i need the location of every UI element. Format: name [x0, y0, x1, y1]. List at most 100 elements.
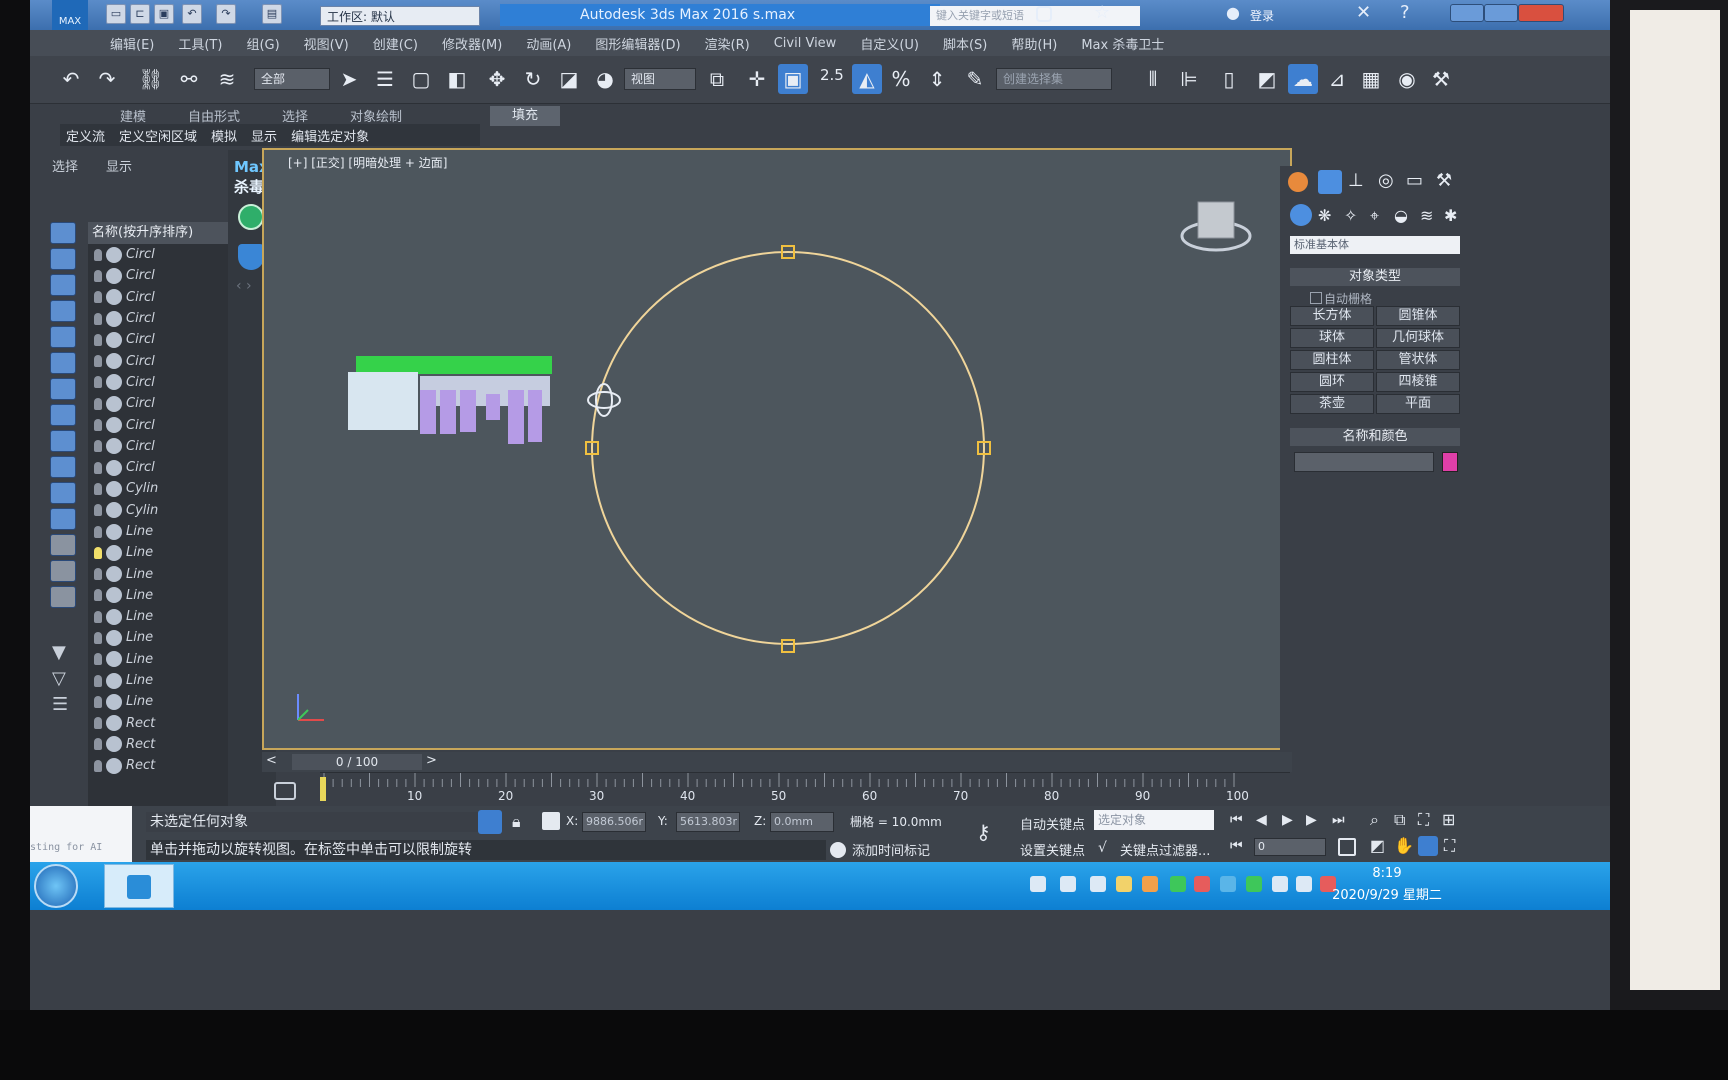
light-bulb-icon[interactable] — [94, 269, 102, 282]
auto-key-button[interactable]: 自动关键点 — [1020, 814, 1085, 833]
plane-button[interactable]: 平面 — [1376, 394, 1460, 414]
angle-snap-icon[interactable]: ◭ — [852, 64, 882, 94]
ribbon-tab-populate[interactable]: 填充 — [490, 106, 560, 126]
list-item[interactable]: Circl — [88, 329, 228, 350]
project-folder-icon[interactable]: ▤ — [262, 4, 282, 24]
light-bulb-icon[interactable] — [94, 461, 102, 474]
layer-explorer-icon[interactable]: ◩ — [1252, 64, 1282, 94]
schematic-view-icon[interactable]: ▦ — [1356, 64, 1386, 94]
material-editor-icon[interactable]: ◉ — [1392, 64, 1422, 94]
unlink-icon[interactable]: ⚯ — [174, 64, 204, 94]
display-lights-icon[interactable] — [50, 274, 76, 296]
timeline-ruler[interactable]: 10 20 30 40 50 60 70 80 90 100 — [320, 772, 1290, 804]
key-icon[interactable]: ⚷ — [976, 820, 991, 844]
fov-icon[interactable]: ◩ — [1370, 836, 1385, 855]
tray-volume-icon[interactable] — [1296, 876, 1312, 892]
curve-editor-icon[interactable]: ⊿ — [1322, 64, 1352, 94]
menu-item-scripting[interactable]: 脚本(S) — [943, 34, 987, 53]
ribbon-simulate[interactable]: 模拟 — [211, 126, 237, 145]
menu-item-modifiers[interactable]: 修改器(M) — [442, 34, 502, 53]
tray-folder-icon[interactable] — [1116, 876, 1132, 892]
help-icon[interactable]: ? — [1400, 2, 1410, 23]
lights-category-icon[interactable]: ✧ — [1344, 206, 1357, 225]
align-icon[interactable]: ⊫ — [1174, 64, 1204, 94]
display-helpers-icon[interactable] — [50, 326, 76, 348]
goto-start-icon[interactable]: ⏮ — [1230, 812, 1243, 828]
user-icon[interactable]: ● — [1226, 3, 1240, 22]
list-item[interactable]: Rect — [88, 734, 228, 755]
key-filters-button[interactable]: 关键点过滤器... — [1120, 840, 1210, 859]
light-bulb-icon[interactable] — [94, 291, 102, 304]
next-key-icon[interactable]: ▶ — [1306, 812, 1317, 828]
light-bulb-icon[interactable] — [94, 419, 102, 432]
link-icon[interactable]: ⛓ — [136, 64, 166, 94]
light-bulb-icon[interactable] — [94, 440, 102, 453]
ribbon-tab-object-paint[interactable]: 对象绘制 — [350, 106, 402, 125]
menu-item-help[interactable]: 帮助(H) — [1011, 34, 1057, 53]
list-item[interactable]: Circl — [88, 287, 228, 308]
percent-snap-icon[interactable]: % — [886, 64, 916, 94]
maximize-button[interactable] — [1484, 4, 1518, 22]
list-item[interactable]: Rect — [88, 755, 228, 776]
reference-coord-select[interactable]: 视图 — [624, 68, 696, 90]
systems-category-icon[interactable]: ✱ — [1444, 206, 1457, 225]
workspace-select[interactable]: 工作区: 默认 — [320, 6, 480, 26]
scene-list-header[interactable]: 名称(按升序排序) — [88, 222, 228, 244]
list-item[interactable]: Circl — [88, 350, 228, 371]
list-item[interactable]: Circl — [88, 244, 228, 265]
key-filter-icon[interactable]: √ — [1098, 840, 1107, 856]
display-groups-icon[interactable] — [50, 378, 76, 400]
placement-icon[interactable]: ◕ — [590, 64, 620, 94]
display-none-icon[interactable] — [50, 560, 76, 582]
shield-icon[interactable] — [238, 244, 264, 270]
save-file-icon[interactable]: ▣ — [154, 4, 174, 24]
name-color-rollout[interactable]: 名称和颜色 — [1290, 428, 1460, 446]
menu-item-customize[interactable]: 自定义(U) — [860, 34, 919, 53]
scan-icon[interactable] — [238, 204, 264, 230]
display-xrefs-icon[interactable] — [50, 404, 76, 426]
minimize-button[interactable] — [1450, 4, 1484, 22]
display-cameras-icon[interactable] — [50, 300, 76, 322]
menu-item-animation[interactable]: 动画(A) — [526, 34, 571, 53]
select-object-icon[interactable]: ➤ — [334, 64, 364, 94]
display-hidden-icon[interactable] — [50, 508, 76, 530]
light-bulb-icon[interactable] — [94, 546, 102, 559]
y-coord-input[interactable]: 5613.803r — [676, 812, 740, 832]
list-item[interactable]: Line — [88, 691, 228, 712]
menu-item-views[interactable]: 视图(V) — [304, 34, 349, 53]
play-icon[interactable]: ▶ — [1282, 812, 1293, 828]
list-item[interactable]: Circl — [88, 308, 228, 329]
clock-time[interactable]: 8:19 — [1332, 866, 1442, 881]
new-file-icon[interactable]: ▭ — [106, 4, 126, 24]
ribbon-define-flows[interactable]: 定义流 — [66, 126, 105, 145]
pyramid-button[interactable]: 四棱锥 — [1376, 372, 1460, 392]
light-bulb-icon[interactable] — [94, 674, 102, 687]
autogrid-checkbox[interactable] — [1310, 292, 1322, 304]
binoculars-icon[interactable] — [1036, 6, 1052, 22]
selection-filter-select[interactable]: 全部 — [254, 68, 330, 90]
zoom-icon[interactable]: ⌕ — [1370, 810, 1379, 830]
list-item[interactable]: Line — [88, 521, 228, 542]
scene-explorer-icon[interactable]: ▯ — [1214, 64, 1244, 94]
menu-item-edit[interactable]: 编辑(E) — [110, 34, 154, 53]
menu-item-civil-view[interactable]: Civil View — [774, 36, 837, 51]
named-selection-set-select[interactable]: 创建选择集 — [996, 68, 1112, 90]
object-color-swatch[interactable] — [1442, 452, 1458, 472]
zoom-all-icon[interactable]: ⧉ — [1394, 810, 1405, 830]
invert-display-icon[interactable] — [50, 586, 76, 608]
list-item[interactable]: Circl — [88, 436, 228, 457]
filter-options-icon[interactable]: ▽ — [52, 668, 66, 689]
geosphere-button[interactable]: 几何球体 — [1376, 328, 1460, 348]
tray-network-icon[interactable] — [1090, 876, 1106, 892]
list-item[interactable]: Cylin — [88, 478, 228, 499]
render-setup-icon[interactable]: ⚒ — [1426, 64, 1456, 94]
ribbon-display[interactable]: 显示 — [251, 126, 277, 145]
light-bulb-icon[interactable] — [94, 610, 102, 623]
light-bulb-icon[interactable] — [94, 589, 102, 602]
zoom-extents-icon[interactable]: ⛶ — [1418, 810, 1429, 830]
open-file-icon[interactable]: ⊏ — [130, 4, 150, 24]
redo-icon[interactable]: ↷ — [216, 4, 236, 24]
ribbon-edit-selected[interactable]: 编辑选定对象 — [291, 126, 369, 145]
start-button[interactable] — [34, 864, 78, 908]
absolute-mode-icon[interactable] — [542, 812, 560, 830]
